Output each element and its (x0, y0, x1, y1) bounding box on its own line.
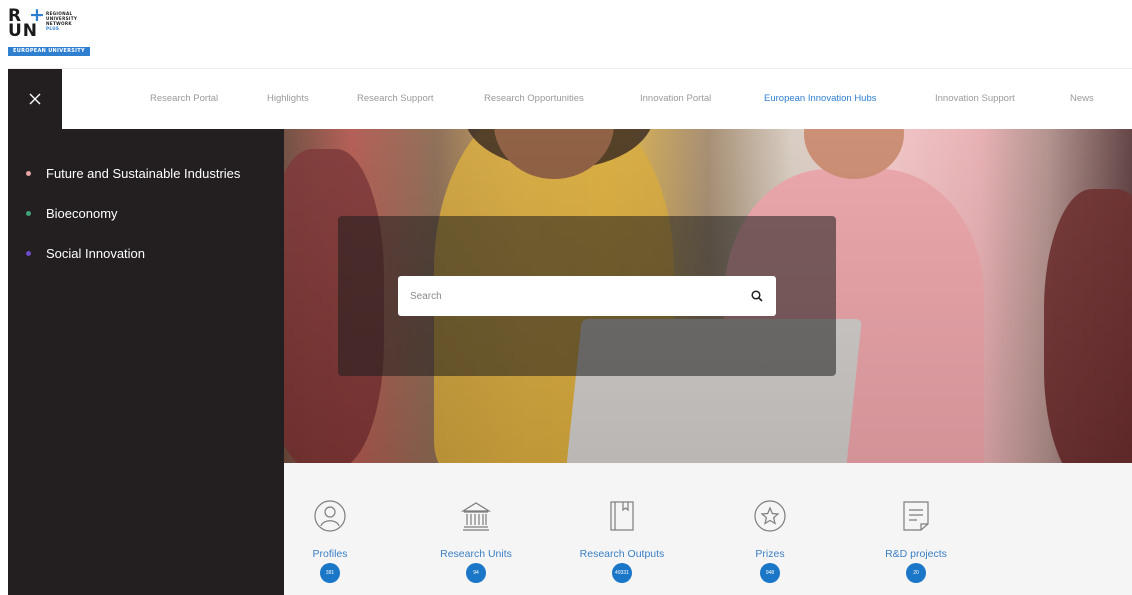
bullet-dot-icon (26, 251, 31, 256)
book-icon (610, 501, 634, 531)
search-box (398, 276, 776, 316)
logo-line4: PLUS (46, 26, 60, 31)
search-input[interactable] (410, 290, 750, 302)
hero-banner (284, 129, 1132, 463)
document-icon (903, 501, 929, 531)
stat-count-badge: 20 (906, 563, 926, 583)
star-icon (754, 500, 786, 532)
stat-label: Profiles (312, 548, 348, 560)
logo-mark-bottom: UN (8, 21, 39, 41)
nav-news[interactable]: News (1070, 93, 1094, 104)
nav-european-innovation-hubs[interactable]: European Innovation Hubs (764, 93, 877, 104)
stats-bar: Profiles 391 Research Units 94 Research … (284, 463, 1132, 595)
search-icon[interactable] (750, 289, 764, 303)
sidebar-item-bioeconomy[interactable]: Bioeconomy (26, 206, 118, 221)
nav-research-support[interactable]: Research Support (357, 93, 434, 104)
sidebar-item-label: Social Innovation (46, 246, 146, 261)
logo-strip: EUROPEAN UNIVERSITY (8, 47, 90, 56)
stat-label: Prizes (755, 548, 785, 560)
stat-label: Research Outputs (579, 548, 665, 560)
stat-label: Research Units (440, 548, 512, 560)
sidebar-item-future-sustainable-industries[interactable]: Future and Sustainable Industries (26, 166, 240, 181)
sidebar-item-label: Bioeconomy (46, 206, 118, 221)
logo-words: REGIONAL UNIVERSITY NETWORK PLUS (46, 11, 77, 31)
nav-research-portal[interactable]: Research Portal (150, 93, 218, 104)
top-navigation: Research Portal Highlights Research Supp… (62, 69, 1132, 129)
close-menu-button[interactable] (8, 69, 62, 129)
bullet-dot-icon (26, 171, 31, 176)
profile-icon (314, 500, 346, 532)
sidebar-item-label: Future and Sustainable Industries (46, 166, 241, 181)
stat-label: R&D projects (885, 548, 947, 560)
bullet-dot-icon (26, 211, 31, 216)
nav-highlights[interactable]: Highlights (267, 93, 309, 104)
run-logo[interactable]: R + UN REGIONAL UNIVERSITY NETWORK PLUS … (8, 6, 118, 64)
close-icon (29, 93, 41, 105)
nav-innovation-portal[interactable]: Innovation Portal (640, 93, 711, 104)
sidebar: Future and Sustainable Industries Bioeco… (8, 129, 284, 595)
stat-count-badge: 948 (760, 563, 780, 583)
institution-icon (460, 502, 492, 531)
nav-innovation-support[interactable]: Innovation Support (935, 93, 1015, 104)
logo-mark: R + UN (8, 6, 46, 41)
stat-count-badge: 49331 (612, 563, 632, 583)
sidebar-item-social-innovation[interactable]: Social Innovation (26, 246, 145, 261)
stat-count-badge: 94 (466, 563, 486, 583)
stat-count-badge: 391 (320, 563, 340, 583)
nav-research-opportunities[interactable]: Research Opportunities (484, 93, 584, 104)
